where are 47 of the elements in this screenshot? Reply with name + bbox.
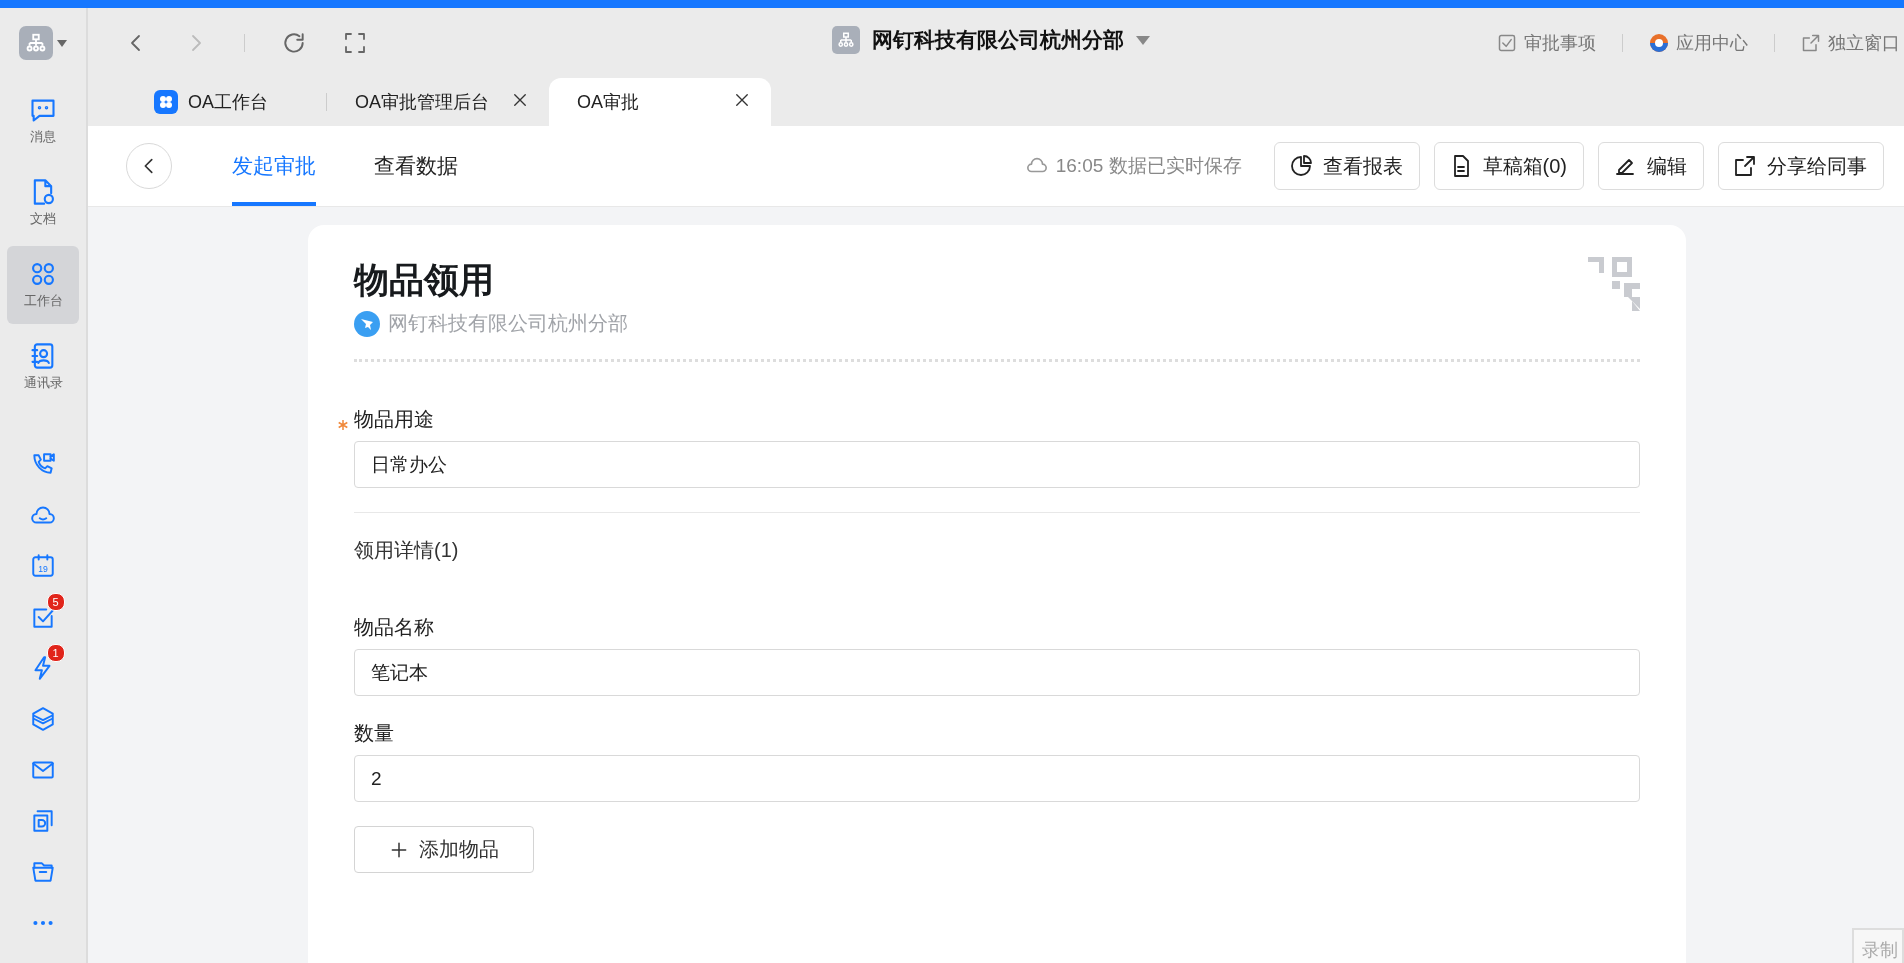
org-logo-icon[interactable] — [19, 26, 53, 60]
calendar-icon[interactable]: 19 — [30, 552, 56, 579]
sidebar-item[interactable]: 工作台 — [7, 246, 79, 324]
toolbar-button[interactable]: 草稿箱(0) — [1433, 142, 1584, 190]
organization-name: 网钉科技有限公司杭州分部 — [388, 311, 628, 336]
page-tab[interactable]: 查看数据 — [374, 126, 458, 206]
dropdown-caret-icon[interactable] — [57, 39, 67, 47]
field-label: 物品名称 — [354, 615, 435, 640]
sidebar-item[interactable]: 消息 — [7, 82, 79, 160]
browser-tab[interactable]: OA审批管理后台 — [327, 78, 549, 126]
field-label: 物品用途 — [354, 406, 1640, 433]
share-icon — [1733, 154, 1757, 178]
field-label: 数量 — [354, 721, 395, 746]
save-status: 16:05 数据已实时保存 — [1055, 154, 1242, 178]
input-field[interactable]: 2 — [354, 755, 1640, 802]
pie-chart-icon — [1288, 154, 1313, 178]
form-title: 物品领用 — [354, 259, 494, 301]
document-stack-icon[interactable] — [30, 807, 56, 834]
popout-icon — [1801, 33, 1821, 53]
toolbar-button[interactable]: 编辑 — [1598, 142, 1704, 190]
add-item-button[interactable]: 添加物品 — [354, 826, 534, 873]
checkbox-icon — [1497, 33, 1517, 53]
top-link[interactable]: 独立窗口 — [1801, 31, 1900, 55]
input-field[interactable]: 日常办公 — [354, 441, 1640, 488]
fullscreen-icon[interactable] — [343, 31, 367, 55]
refresh-icon[interactable] — [281, 30, 307, 56]
grid-icon — [29, 260, 57, 288]
phone-video-icon[interactable] — [30, 450, 56, 477]
app-logo-icon — [354, 310, 380, 337]
notification-badge: 1 — [46, 644, 65, 662]
top-link[interactable]: 应用中心 — [1649, 31, 1748, 55]
org-icon — [832, 26, 860, 54]
top-link[interactable]: 审批事项 — [1497, 31, 1596, 55]
sidebar-item[interactable]: 通讯录 — [7, 328, 79, 406]
layers-icon[interactable] — [30, 705, 56, 732]
input-field[interactable]: 笔记本 — [354, 649, 1640, 696]
sidebar-item[interactable]: 文档 — [7, 164, 79, 242]
section-title: 领用详情(1) — [354, 538, 460, 563]
notification-badge: 5 — [46, 593, 65, 611]
toolbar-button[interactable]: 查看报表 — [1273, 142, 1420, 190]
browser-tab[interactable]: OA工作台 — [126, 78, 326, 126]
dropdown-caret-icon[interactable] — [1136, 35, 1150, 45]
app-logo-icon — [154, 90, 178, 114]
organization-name[interactable]: 网钉科技有限公司杭州分部 — [872, 26, 1124, 54]
toolbar-button[interactable]: 分享给同事 — [1718, 142, 1884, 190]
browser-tab[interactable]: OA审批 — [549, 78, 771, 126]
app-center-icon — [1649, 33, 1669, 53]
